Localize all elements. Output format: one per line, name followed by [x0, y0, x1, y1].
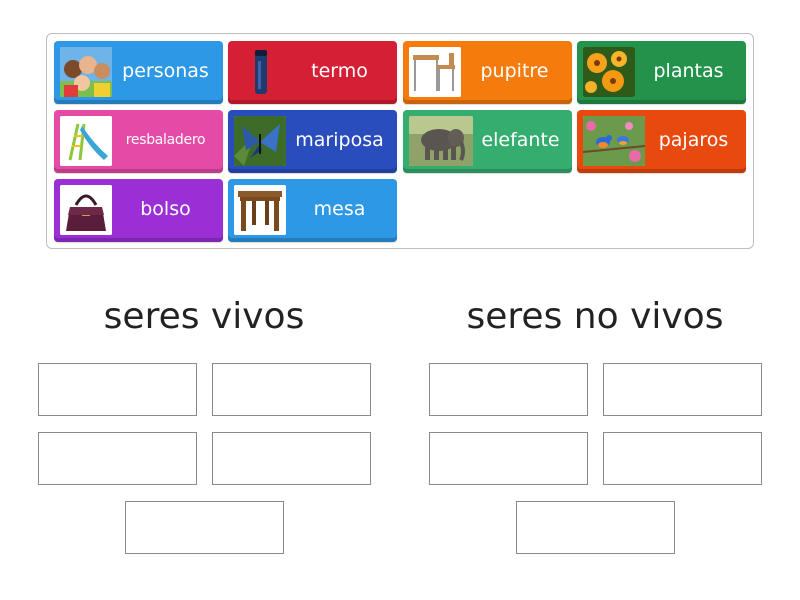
birds-photo-icon [583, 116, 645, 166]
group-title-seres-no-vivos: seres no vivos [466, 296, 724, 337]
tile-label: elefante [481, 128, 560, 151]
tile-tray: personas termo pupitre plantas resbalade… [46, 33, 754, 249]
drop-slot-seres-vivos[interactable] [38, 363, 197, 416]
drop-slot-seres-no-vivos[interactable] [429, 363, 588, 416]
tile-label: mesa [313, 197, 366, 220]
drop-slot-seres-vivos[interactable] [125, 501, 284, 554]
tile-personas[interactable]: personas [54, 41, 223, 104]
table-photo-icon [234, 185, 286, 235]
tile-label: termo [311, 59, 368, 82]
tile-mariposa[interactable]: mariposa [228, 110, 397, 173]
tile-plantas[interactable]: plantas [577, 41, 746, 104]
tile-label: resbaladero [125, 131, 206, 148]
butterfly-photo-icon [234, 116, 286, 166]
school-desk-photo-icon [409, 47, 461, 97]
tile-label: pupitre [480, 59, 549, 82]
drop-slot-seres-no-vivos[interactable] [603, 363, 762, 416]
tile-resbaladero[interactable]: resbaladero [54, 110, 223, 173]
drop-slot-seres-no-vivos[interactable] [429, 432, 588, 485]
thermos-photo-icon [234, 47, 286, 97]
tile-pajaros[interactable]: pajaros [577, 110, 746, 173]
tile-label: bolso [140, 197, 191, 220]
people-photo-icon [60, 47, 112, 97]
slide-photo-icon [60, 116, 112, 166]
flowers-photo-icon [583, 47, 635, 97]
tile-label: personas [122, 59, 209, 82]
group-title-seres-vivos: seres vivos [103, 296, 305, 337]
tile-bolso[interactable]: bolso [54, 179, 223, 242]
drop-slot-seres-no-vivos[interactable] [603, 432, 762, 485]
drop-slot-seres-no-vivos[interactable] [516, 501, 675, 554]
tile-label: plantas [653, 59, 724, 82]
drop-slot-seres-vivos[interactable] [212, 432, 371, 485]
handbag-photo-icon [60, 185, 112, 235]
tile-label: pajaros [658, 128, 729, 151]
tile-elefante[interactable]: elefante [403, 110, 572, 173]
elephant-photo-icon [409, 116, 473, 166]
drop-slot-seres-vivos[interactable] [38, 432, 197, 485]
tile-mesa[interactable]: mesa [228, 179, 397, 242]
tile-pupitre[interactable]: pupitre [403, 41, 572, 104]
drop-slot-seres-vivos[interactable] [212, 363, 371, 416]
tile-termo[interactable]: termo [228, 41, 397, 104]
tile-label: mariposa [295, 128, 384, 151]
